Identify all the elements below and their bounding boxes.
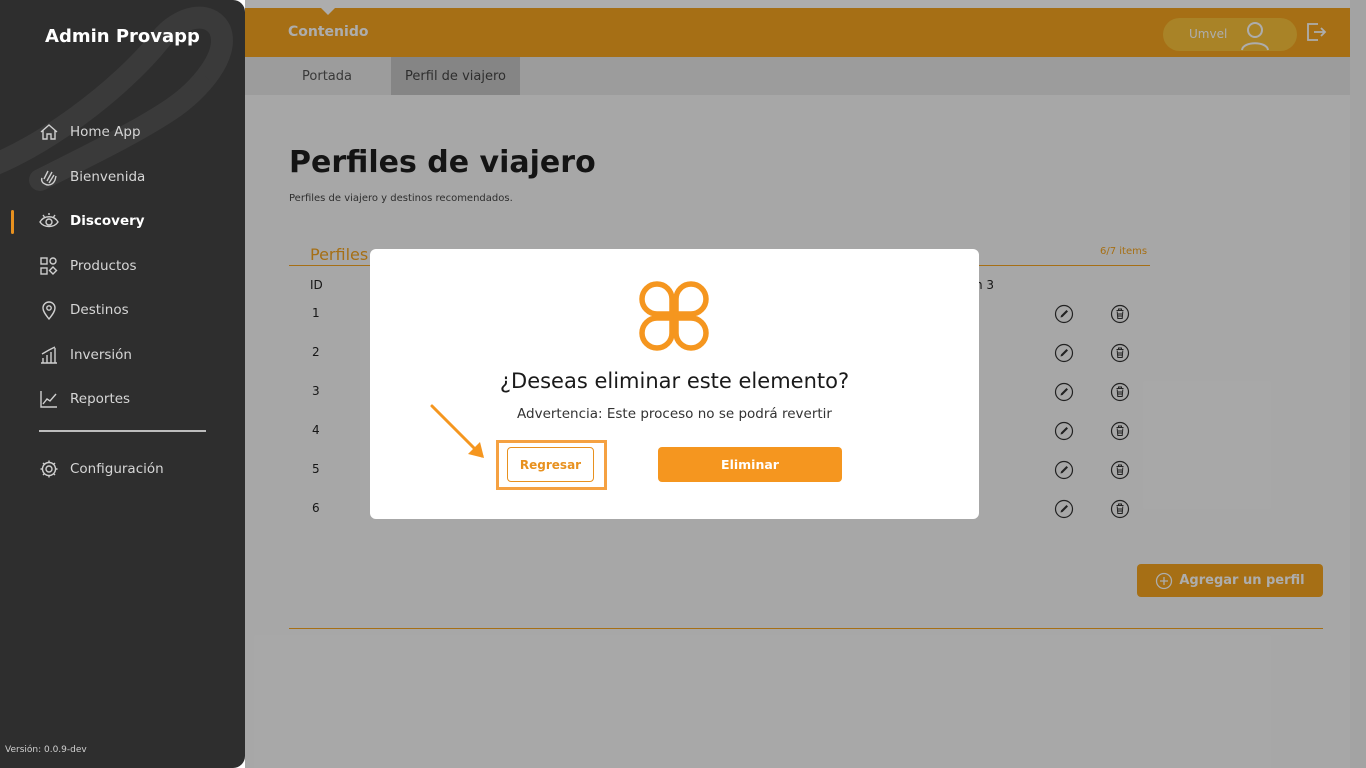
home-icon — [38, 121, 60, 143]
eye-icon — [38, 210, 60, 232]
sidebar-item-productos[interactable]: Productos — [0, 244, 245, 289]
sidebar-item-destinos[interactable]: Destinos — [0, 288, 245, 333]
sidebar-item-label: Inversión — [70, 346, 132, 363]
sidebar: Admin Provapp Home App Bienvenida Discov… — [0, 0, 245, 768]
sidebar-item-reportes[interactable]: Reportes — [0, 377, 245, 422]
dialog-question: ¿Deseas eliminar este elemento? — [499, 369, 850, 393]
clover-logo-icon — [639, 281, 709, 351]
line-chart-icon — [38, 388, 60, 410]
sidebar-item-label: Productos — [70, 257, 137, 274]
pointer-arrow-icon — [430, 404, 484, 458]
sidebar-item-discovery[interactable]: Discovery — [0, 199, 245, 244]
sidebar-item-configuracion[interactable]: Configuración — [0, 447, 245, 492]
delete-button[interactable]: Eliminar — [658, 447, 842, 482]
waving-hand-icon — [38, 166, 60, 188]
sidebar-divider — [39, 430, 206, 432]
grid-shapes-icon — [38, 255, 60, 277]
version-label: Versión: 0.0.9-dev — [5, 745, 87, 755]
delete-confirm-dialog: ¿Deseas eliminar este elemento? Adverten… — [370, 249, 979, 519]
sidebar-config-section: Configuración — [0, 447, 245, 492]
sidebar-item-label: Discovery — [70, 213, 145, 230]
sidebar-item-bienvenida[interactable]: Bienvenida — [0, 155, 245, 200]
back-button[interactable]: Regresar — [507, 447, 594, 482]
sidebar-item-label: Bienvenida — [70, 168, 146, 185]
gear-icon — [38, 458, 60, 480]
sidebar-nav: Home App Bienvenida Discovery Productos … — [0, 110, 245, 422]
location-pin-icon — [38, 299, 60, 321]
sidebar-item-label: Destinos — [70, 302, 129, 319]
sidebar-item-home-app[interactable]: Home App — [0, 110, 245, 155]
sidebar-item-label: Reportes — [70, 391, 131, 408]
app-brand: Admin Provapp — [45, 26, 200, 47]
sidebar-item-label: Configuración — [70, 461, 164, 478]
bar-chart-icon — [38, 344, 60, 366]
sidebar-item-label: Home App — [70, 124, 141, 141]
sidebar-item-inversion[interactable]: Inversión — [0, 333, 245, 378]
